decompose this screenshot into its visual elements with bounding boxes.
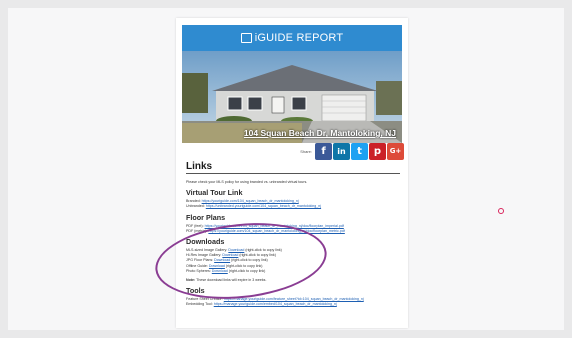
embedding-tool-label: Embedding Tool:: [186, 302, 213, 307]
floor-plans-heading: Floor Plans: [186, 212, 226, 222]
cursor-marker: [498, 208, 504, 214]
linkedin-icon[interactable]: in: [333, 142, 350, 160]
branded-link[interactable]: https://youriguide.com/104_squan_beach_d…: [202, 199, 299, 203]
download-hint: (right-click to copy link): [231, 258, 268, 263]
feature-sheet-label: Feature Sheet Creator:: [186, 297, 223, 302]
download-label: Offline Guide:: [186, 263, 208, 268]
googleplus-icon[interactable]: G+: [387, 142, 404, 160]
report-title: iGUIDE REPORT: [254, 32, 344, 44]
tools-heading: Tools: [186, 286, 205, 296]
links-section: Links Please check your MLS policy for u…: [186, 161, 400, 308]
pdf-metric-link[interactable]: https://youriguide.com/104_squan_beach_d…: [208, 229, 344, 233]
download-expiry-note: Note: These download links will expire i…: [186, 278, 400, 283]
share-row: Share: f in t p G+: [182, 142, 404, 160]
links-heading: Links: [186, 161, 400, 174]
unbranded-row: Unbranded: https://unbranded.youriguide.…: [186, 204, 400, 209]
download-label: MLS-sized Image Gallery:: [186, 248, 228, 253]
pdf-imperial-label: PDF (feet):: [186, 223, 204, 228]
download-link[interactable]: Download: [212, 269, 228, 273]
download-hint: (right-click to copy link): [228, 268, 266, 273]
pdf-metric-row: PDF (metric): https://youriguide.com/104…: [186, 229, 400, 234]
hero-photo: 104 Squan Beach Dr, Mantoloking, NJ: [182, 51, 402, 143]
report-header: iGUIDE REPORT: [182, 25, 402, 51]
download-hint: (right-click to copy link): [225, 263, 263, 268]
property-address[interactable]: 104 Squan Beach Dr, Mantoloking, NJ: [244, 128, 396, 138]
download-label: JPG Floor Plans:: [186, 258, 214, 263]
download-link[interactable]: Download: [209, 264, 225, 268]
virtual-tour-heading: Virtual Tour Link: [186, 188, 243, 198]
policy-note: Please check your MLS policy for using b…: [186, 180, 308, 184]
download-link[interactable]: Download: [222, 253, 238, 257]
download-link[interactable]: Download: [228, 248, 244, 252]
viewer-canvas: iGUIDE REPORT 104 Squan Beach Dr, Mantol…: [8, 8, 564, 330]
embedding-tool-row: Embedding Tool: https://manage.youriguid…: [186, 302, 400, 307]
download-link[interactable]: Download: [214, 258, 230, 262]
pdf-metric-label: PDF (metric):: [186, 228, 208, 233]
facebook-icon[interactable]: f: [315, 142, 332, 160]
download-hint: (right-click to copy link): [239, 253, 276, 258]
iguide-logo-icon: [240, 33, 252, 43]
unbranded-link[interactable]: https://unbranded.youriguide.com/104_squ…: [206, 204, 321, 208]
download-label: Hi-Res Image Gallery:: [186, 253, 222, 258]
twitter-icon[interactable]: t: [351, 142, 368, 160]
embedding-tool-link[interactable]: https://manage.youriguide.com/embed/104_…: [214, 302, 337, 306]
branded-label: Branded:: [186, 199, 201, 204]
feature-sheet-link[interactable]: https://manage.youriguide.com/feature_sh…: [224, 297, 364, 301]
pinterest-icon[interactable]: p: [369, 142, 386, 160]
unbranded-label: Unbranded:: [186, 204, 205, 209]
share-label: Share:: [300, 148, 312, 154]
report-document: iGUIDE REPORT 104 Squan Beach Dr, Mantol…: [176, 18, 408, 328]
download-hint: (right-click to copy link): [245, 248, 282, 253]
note-text: These download links will expire in 3 we…: [196, 278, 267, 283]
download-label: Photo Spheres:: [186, 268, 211, 273]
pdf-imperial-link[interactable]: https://youriguide.com/104_squan_beach_d…: [205, 224, 344, 228]
note-label: Note:: [186, 278, 196, 283]
downloads-heading: Downloads: [186, 237, 225, 247]
